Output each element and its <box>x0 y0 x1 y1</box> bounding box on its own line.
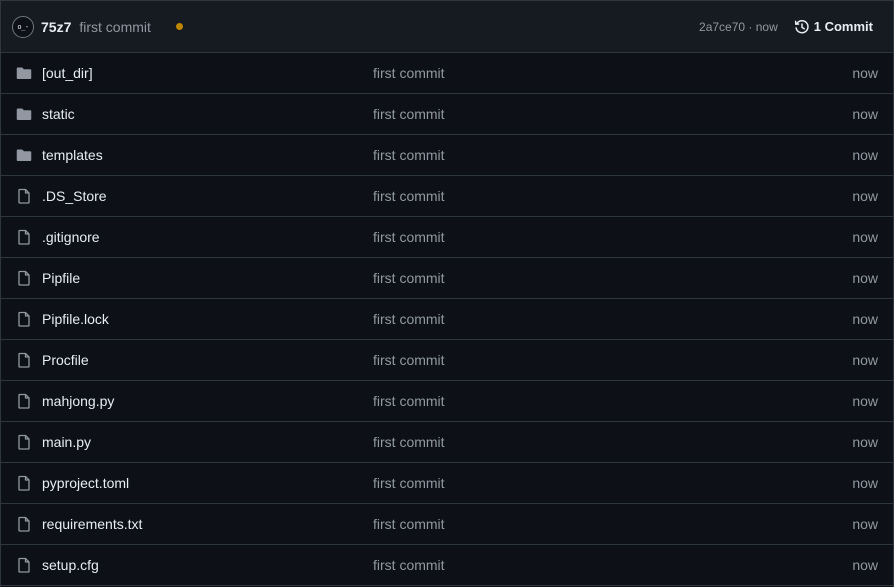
file-commit-message-link[interactable]: first commit <box>373 106 445 122</box>
file-commit-message-link[interactable]: first commit <box>373 188 445 204</box>
file-name-link[interactable]: templates <box>42 147 103 163</box>
folder-icon <box>16 147 32 163</box>
file-icon <box>16 434 32 450</box>
file-commit-message-link[interactable]: first commit <box>373 229 445 245</box>
file-commit-message-link[interactable]: first commit <box>373 434 445 450</box>
file-name-link[interactable]: Pipfile <box>42 270 80 286</box>
file-name-link[interactable]: setup.cfg <box>42 557 99 573</box>
commit-time: now <box>755 19 778 34</box>
file-commit-time: now <box>852 557 878 573</box>
file-icon <box>16 270 32 286</box>
file-commit-time: now <box>852 270 878 286</box>
file-name-link[interactable]: pyproject.toml <box>42 475 129 491</box>
file-row[interactable]: Pipfile.lock first commit now <box>1 299 893 340</box>
file-commit-time: now <box>852 434 878 450</box>
file-commit-message-link[interactable]: first commit <box>373 393 445 409</box>
file-icon <box>16 557 32 573</box>
file-row[interactable]: [out_dir] first commit now <box>1 53 893 94</box>
commits-history-link[interactable]: 1 Commit <box>794 19 873 35</box>
file-commit-message-link[interactable]: first commit <box>373 475 445 491</box>
file-name-link[interactable]: requirements.txt <box>42 516 142 532</box>
file-row[interactable]: setup.cfg first commit now <box>1 545 893 586</box>
latest-commit-message[interactable]: first commit <box>79 19 151 35</box>
file-row[interactable]: .DS_Store first commit now <box>1 176 893 217</box>
file-row[interactable]: pyproject.toml first commit now <box>1 463 893 504</box>
file-commit-message-link[interactable]: first commit <box>373 65 445 81</box>
file-row[interactable]: .gitignore first commit now <box>1 217 893 258</box>
file-row[interactable]: mahjong.py first commit now <box>1 381 893 422</box>
file-row[interactable]: Pipfile first commit now <box>1 258 893 299</box>
file-commit-message-link[interactable]: first commit <box>373 270 445 286</box>
file-commit-time: now <box>852 475 878 491</box>
file-icon <box>16 352 32 368</box>
file-commit-time: now <box>852 188 878 204</box>
file-name-link[interactable]: Pipfile.lock <box>42 311 109 327</box>
commit-status-dot[interactable] <box>175 23 183 30</box>
file-icon <box>16 393 32 409</box>
commit-sha-time[interactable]: 2a7ce70 · now <box>699 20 778 34</box>
file-icon <box>16 475 32 491</box>
file-commit-time: now <box>852 229 878 245</box>
file-commit-time: now <box>852 147 878 163</box>
file-name-link[interactable]: static <box>42 106 75 122</box>
file-row[interactable]: main.py first commit now <box>1 422 893 463</box>
file-name-link[interactable]: .DS_Store <box>42 188 107 204</box>
commits-count-label: 1 Commit <box>813 19 873 34</box>
file-row[interactable]: templates first commit now <box>1 135 893 176</box>
author-avatar[interactable]: o_- <box>12 15 34 38</box>
file-commit-time: now <box>852 393 878 409</box>
file-name-link[interactable]: main.py <box>42 434 91 450</box>
folder-icon <box>16 65 32 81</box>
file-row[interactable]: Procfile first commit now <box>1 340 893 381</box>
file-name-link[interactable]: [out_dir] <box>42 65 93 81</box>
file-icon <box>16 516 32 532</box>
file-row[interactable]: static first commit now <box>1 94 893 135</box>
file-commit-message-link[interactable]: first commit <box>373 516 445 532</box>
file-list: [out_dir] first commit now static first comm… <box>1 53 893 586</box>
file-name-link[interactable]: mahjong.py <box>42 393 114 409</box>
latest-commit-bar: o_- 75z7 first commit 2a7ce70 · now 1 Co… <box>1 1 893 53</box>
commit-sha[interactable]: 2a7ce70 <box>699 20 745 34</box>
file-commit-time: now <box>852 65 878 81</box>
file-commit-time: now <box>852 106 878 122</box>
file-commit-time: now <box>852 352 878 368</box>
file-name-link[interactable]: .gitignore <box>42 229 100 245</box>
file-icon <box>16 229 32 245</box>
commit-author-link[interactable]: 75z7 <box>41 19 71 35</box>
file-icon <box>16 311 32 327</box>
file-name-link[interactable]: Procfile <box>42 352 89 368</box>
file-commit-message-link[interactable]: first commit <box>373 311 445 327</box>
history-icon <box>794 19 810 35</box>
file-icon <box>16 188 32 204</box>
avatar-text: o_- <box>17 22 29 31</box>
file-commit-message-link[interactable]: first commit <box>373 352 445 368</box>
file-commit-time: now <box>852 311 878 327</box>
file-commit-time: now <box>852 516 878 532</box>
file-browser: o_- 75z7 first commit 2a7ce70 · now 1 Co… <box>0 0 894 587</box>
separator: · <box>748 19 753 34</box>
folder-icon <box>16 106 32 122</box>
file-row[interactable]: requirements.txt first commit now <box>1 504 893 545</box>
file-commit-message-link[interactable]: first commit <box>373 557 445 573</box>
file-commit-message-link[interactable]: first commit <box>373 147 445 163</box>
